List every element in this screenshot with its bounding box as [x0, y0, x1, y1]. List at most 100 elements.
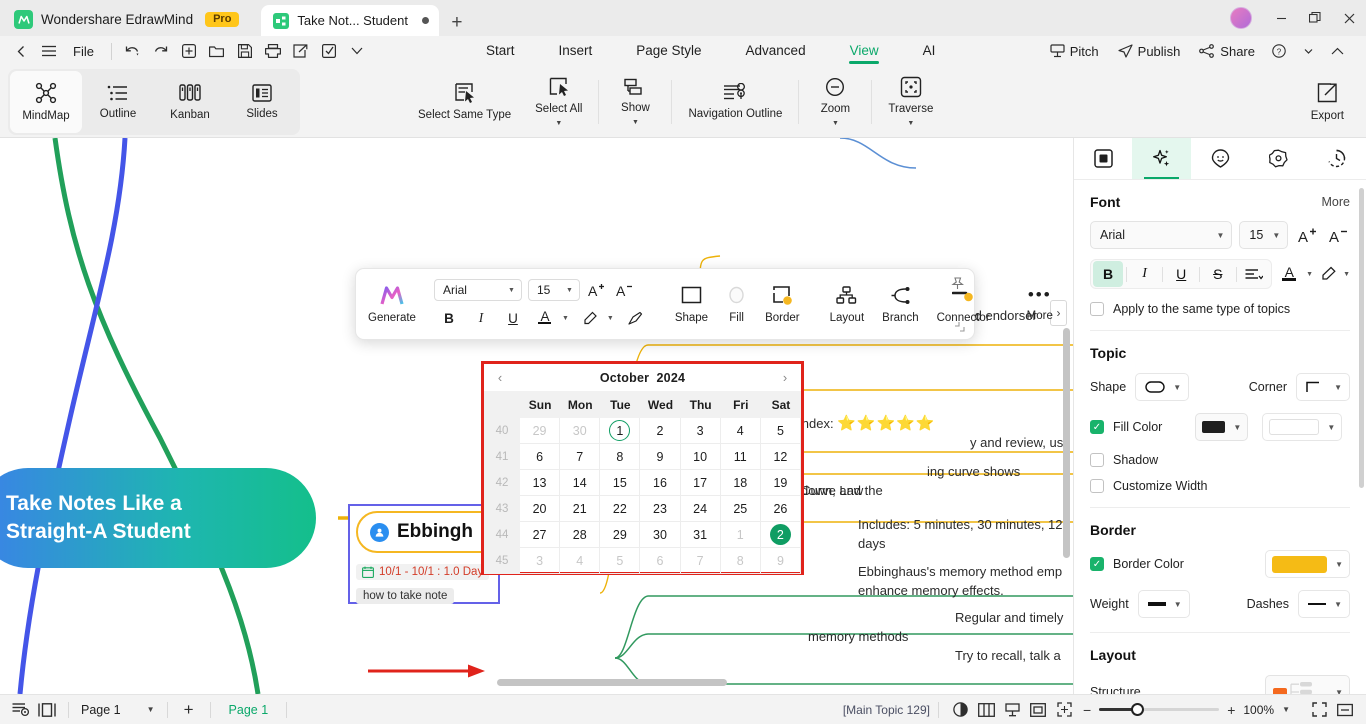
font-more-link[interactable]: More: [1322, 195, 1350, 209]
calendar-day-cell[interactable]: 11: [720, 444, 761, 470]
show-caret-icon[interactable]: ▼: [632, 119, 639, 126]
traverse-button[interactable]: Traverse ▼: [876, 76, 945, 127]
calendar-day-cell[interactable]: 5: [600, 548, 641, 574]
more-toolbar-icon[interactable]: [344, 39, 370, 63]
help-icon[interactable]: ?: [1266, 39, 1292, 63]
font-color-caret-icon[interactable]: ▼: [562, 315, 569, 322]
fill-color-swatch-select[interactable]: ▼: [1195, 413, 1249, 441]
format-side-panel[interactable]: Font More Arial ▼ 15 ▼ A A B I U S A ▼ ▼…: [1073, 138, 1366, 694]
panel-strikethrough-button[interactable]: S: [1203, 261, 1233, 287]
underline-button[interactable]: U: [502, 307, 524, 329]
calendar-next-month-button[interactable]: ›: [773, 364, 797, 391]
select-all-button[interactable]: Select All ▼: [523, 76, 594, 127]
calendar-day-cell[interactable]: 28: [560, 522, 601, 548]
node-forgetting-curve-shows[interactable]: ing curve shows: [927, 463, 1020, 482]
pin-icon[interactable]: [951, 277, 964, 290]
calendar-day-cell[interactable]: 2: [640, 418, 681, 444]
document-tab[interactable]: Take Not... Student: [261, 5, 440, 36]
page-selector[interactable]: Page 1 ▼: [77, 703, 159, 717]
select-same-type-button[interactable]: Select Same Type: [406, 82, 523, 121]
calendar-day-cell[interactable]: 29: [520, 418, 561, 444]
menu-tab-start[interactable]: Start: [464, 39, 537, 64]
undo-icon[interactable]: [120, 39, 146, 63]
font-color-button[interactable]: A: [534, 307, 556, 329]
pane-icon[interactable]: [34, 699, 60, 721]
collapse-ribbon-icon[interactable]: [1324, 39, 1350, 63]
zoom-slider[interactable]: [1099, 703, 1220, 716]
calendar-day-cell[interactable]: 16: [640, 470, 681, 496]
more-button[interactable]: ••• More: [1011, 286, 1069, 323]
full-canvas-icon[interactable]: [1051, 699, 1077, 721]
panel-highlight-button[interactable]: [1318, 263, 1338, 285]
menu-tab-page-style[interactable]: Page Style: [614, 39, 723, 64]
date-picker-calendar[interactable]: ‹ October 2024 › Sun Mon Tue Wed Thu Fri…: [481, 361, 804, 575]
node-includes-intervals[interactable]: Includes: 5 minutes, 30 minutes, 12 days: [858, 516, 1063, 554]
calendar-day-cell[interactable]: 1: [720, 522, 761, 548]
node-ebbinghaus-memory-method[interactable]: Ebbinghaus's memory method emp enhance m…: [858, 563, 1062, 601]
fit-width-icon[interactable]: [1332, 699, 1358, 721]
calendar-day-cell[interactable]: 17: [680, 470, 721, 496]
calendar-day-cell[interactable]: 23: [640, 496, 681, 522]
shadow-checkbox[interactable]: [1090, 453, 1104, 467]
calendar-day-cell[interactable]: 9: [640, 444, 681, 470]
horizontal-scrollbar[interactable]: [497, 679, 727, 686]
calendar-year[interactable]: 2024: [657, 371, 686, 385]
border-button[interactable]: Border: [756, 284, 809, 324]
layout-button[interactable]: Layout: [821, 285, 874, 324]
view-btn-kanban[interactable]: Kanban: [154, 71, 226, 133]
calendar-day-cell[interactable]: 19: [760, 470, 801, 496]
view-btn-mindmap[interactable]: MindMap: [10, 70, 82, 133]
file-menu[interactable]: File: [64, 41, 103, 62]
calendar-day-cell[interactable]: 2: [760, 522, 801, 548]
calendar-day-cell[interactable]: 8: [600, 444, 641, 470]
minimize-button[interactable]: [1264, 0, 1298, 36]
format-painter-button[interactable]: [624, 307, 646, 329]
calendar-day-cell[interactable]: 15: [600, 470, 641, 496]
border-dashes-select[interactable]: ▼: [1298, 590, 1350, 618]
share-button[interactable]: Share: [1191, 41, 1263, 62]
highlight-button[interactable]: [579, 307, 601, 329]
node-daily-review[interactable]: y and review, us: [970, 434, 1063, 453]
tab-style-panel[interactable]: [1132, 138, 1191, 179]
panel-bold-button[interactable]: B: [1093, 261, 1123, 287]
export-button[interactable]: Export: [1311, 82, 1344, 122]
new-tab-button[interactable]: +: [439, 13, 474, 36]
panel-increase-font-button[interactable]: A: [1295, 223, 1319, 247]
calendar-day-cell[interactable]: 7: [560, 444, 601, 470]
calendar-day-cell[interactable]: 1: [600, 418, 641, 444]
font-size-select[interactable]: 15 ▼: [527, 279, 580, 301]
calendar-prev-month-button[interactable]: ‹: [488, 364, 512, 391]
panel-font-family-select[interactable]: Arial ▼: [1090, 221, 1233, 249]
calendar-day-cell[interactable]: 5: [760, 418, 801, 444]
fill-color-checkbox[interactable]: ✓: [1090, 420, 1104, 434]
calendar-day-cell[interactable]: 4: [560, 548, 601, 574]
zoom-slider-handle[interactable]: [1131, 703, 1145, 716]
font-color-caret-icon[interactable]: ▼: [1306, 271, 1313, 278]
topic-shape-select[interactable]: ▼: [1135, 373, 1190, 401]
zoom-caret-icon[interactable]: ▼: [1282, 705, 1290, 714]
help-caret-icon[interactable]: [1295, 39, 1321, 63]
add-page-button[interactable]: +: [176, 699, 202, 721]
node-try-to-recall[interactable]: Try to recall, talk a: [955, 647, 1061, 666]
central-topic[interactable]: Take Notes Like a Straight-A Student: [0, 468, 316, 568]
calendar-day-cell[interactable]: 25: [720, 496, 761, 522]
calendar-day-cell[interactable]: 8: [720, 548, 761, 574]
print-icon[interactable]: [260, 39, 286, 63]
calendar-day-cell[interactable]: 21: [560, 496, 601, 522]
calendar-day-cell[interactable]: 3: [680, 418, 721, 444]
customize-width-checkbox[interactable]: [1090, 479, 1104, 493]
calendar-day-cell[interactable]: 13: [520, 470, 561, 496]
fit-page-icon[interactable]: [1025, 699, 1051, 721]
tab-emoji-panel[interactable]: [1191, 138, 1249, 179]
view-btn-slides[interactable]: Slides: [226, 71, 298, 133]
edit-mode-icon[interactable]: [316, 39, 342, 63]
tab-shape-panel[interactable]: [1074, 138, 1132, 179]
page-tab-current[interactable]: Page 1: [219, 703, 279, 717]
shape-button[interactable]: Shape: [666, 285, 717, 324]
layout-structure-select[interactable]: ▼: [1265, 675, 1350, 694]
menu-tab-view[interactable]: View: [828, 39, 901, 64]
increase-font-button[interactable]: A: [586, 279, 608, 301]
apply-same-type-row[interactable]: Apply to the same type of topics: [1090, 302, 1350, 316]
highlight-caret-icon[interactable]: ▼: [1343, 271, 1350, 278]
topic-tag[interactable]: how to take note: [356, 588, 455, 604]
